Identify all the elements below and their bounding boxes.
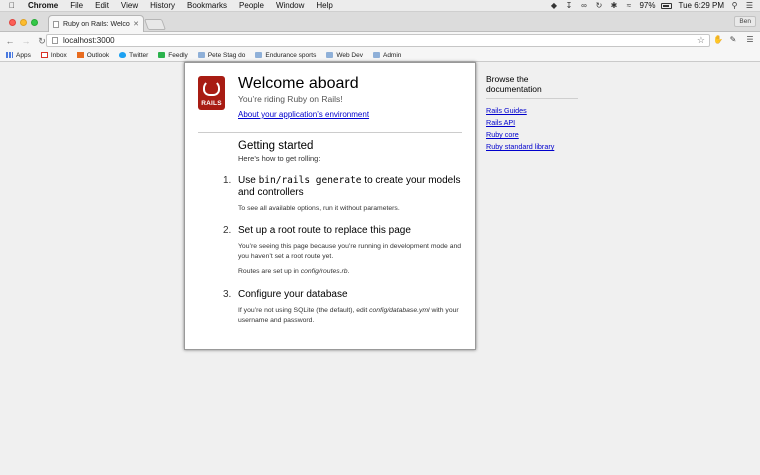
welcome-card: RAILS Welcome aboard You’re riding Ruby … (184, 62, 476, 350)
download-icon[interactable]: ↧ (564, 1, 573, 10)
bookmarks-bar: Apps Inbox Outlook Twitter Feedly Pete S… (0, 49, 760, 62)
folder-icon (372, 52, 380, 58)
apple-menu-icon[interactable]:  (6, 1, 18, 10)
page-info-icon[interactable] (52, 37, 58, 44)
folder-icon (326, 52, 334, 58)
rails-flame-icon (203, 80, 220, 96)
bookmark-outlook[interactable]: Outlook (76, 51, 110, 59)
bookmark-label: Feedly (168, 51, 188, 59)
window-maximize-button[interactable] (31, 19, 38, 26)
browser-toolbar: ← → ↻ localhost:3000 ☆ (0, 32, 760, 49)
back-arrow-icon[interactable]: ← (4, 35, 16, 47)
twitter-icon (119, 52, 127, 58)
bookmark-label: Twitter (129, 51, 149, 59)
bookmark-label: Inbox (50, 51, 67, 59)
new-tab-button[interactable] (143, 19, 167, 30)
bookmark-star-icon[interactable]: ☆ (697, 35, 705, 46)
notification-center-icon[interactable]: ☰ (745, 1, 754, 10)
gmail-icon (40, 52, 48, 58)
bluetooth-icon[interactable]: ✱ (609, 1, 618, 10)
feedly-icon (158, 52, 166, 58)
battery-icon[interactable] (661, 2, 673, 9)
menu-window[interactable]: Window (276, 0, 304, 12)
step-1-number: 1. (223, 175, 232, 186)
tab-close-icon[interactable]: ✕ (133, 20, 139, 28)
bookmark-label: Web Dev (336, 51, 363, 59)
bookmark-feedly[interactable]: Feedly (158, 52, 188, 59)
page-title: Welcome aboard (238, 75, 359, 92)
getting-started-heading: Getting started (238, 140, 314, 152)
page-viewport: RAILS Welcome aboard You’re riding Ruby … (0, 62, 760, 475)
menu-edit[interactable]: Edit (95, 0, 109, 12)
step-2-body: You’re seeing this page because you’re r… (238, 243, 462, 260)
about-environment-link[interactable]: About your application’s environment (238, 110, 369, 119)
window-close-button[interactable] (9, 19, 16, 26)
bookmark-label: Admin (382, 51, 402, 59)
forward-arrow-icon[interactable]: → (20, 35, 32, 47)
bookmark-label: Endurance sports (265, 51, 317, 59)
browser-tab-active[interactable]: Ruby on Rails: Welcome aboard ✕ (48, 15, 144, 32)
step-2-routes-note: Routes are set up in config/routes.rb. (238, 268, 350, 275)
bookmark-label: Outlook (86, 51, 110, 59)
step-1-title: Use bin/rails generate to create your mo… (238, 175, 461, 198)
menu-view[interactable]: View (121, 0, 138, 12)
ruby-core-link[interactable]: Ruby core (486, 130, 596, 139)
address-bar[interactable]: localhost:3000 ☆ (46, 34, 710, 47)
docs-sidebar: Browse the documentation Rails Guides Ra… (486, 74, 596, 151)
bookmark-folder-pete-stag-do[interactable]: Pete Stag do (197, 51, 246, 59)
address-bar-url: localhost:3000 (63, 36, 115, 45)
bookmark-inbox[interactable]: Inbox (40, 51, 67, 59)
page-favicon-icon (53, 20, 59, 28)
outlook-icon (76, 52, 84, 58)
rails-guides-link[interactable]: Rails Guides (486, 106, 596, 115)
step-1-body: To see all available options, run it wit… (238, 205, 400, 212)
rails-api-link[interactable]: Rails API (486, 118, 596, 127)
extension-hand-icon[interactable]: ✋ (713, 35, 723, 45)
menubar-clock[interactable]: Tue 6:29 PM (678, 1, 724, 10)
ruby-stdlib-link[interactable]: Ruby standard library (486, 142, 596, 151)
tab-title: Ruby on Rails: Welcome aboard (63, 20, 130, 28)
step-3-number: 3. (223, 289, 232, 300)
rails-generate-command: bin/rails generate (258, 175, 362, 186)
folder-icon (197, 52, 205, 58)
folder-icon (255, 52, 263, 58)
rails-logo: RAILS (198, 76, 225, 110)
menu-help[interactable]: Help (316, 0, 332, 12)
header-divider (198, 132, 462, 133)
step-2-title: Set up a root route to replace this page (238, 225, 411, 236)
page-subtitle: You’re riding Ruby on Rails! (238, 94, 343, 104)
spotlight-search-icon[interactable]: ⚲ (730, 1, 739, 10)
rails-logo-text: RAILS (201, 100, 222, 107)
apps-grid-icon (6, 52, 13, 58)
macos-menu-bar:  Chrome File Edit View History Bookmark… (0, 0, 760, 12)
menu-app-chrome[interactable]: Chrome (28, 0, 58, 12)
bookmark-apps[interactable]: Apps (6, 52, 31, 59)
step-2-number: 2. (223, 225, 232, 236)
bookmark-label: Apps (16, 51, 31, 59)
bookmark-label: Pete Stag do (207, 51, 246, 59)
sidebar-title: Browse the documentation (486, 74, 578, 99)
bookmark-folder-web-dev[interactable]: Web Dev (326, 52, 363, 59)
window-minimize-button[interactable] (20, 19, 27, 26)
menu-history[interactable]: History (150, 0, 175, 12)
chrome-menu-icon[interactable]: ☰ (745, 35, 755, 45)
browser-tab-strip: Ruby on Rails: Welcome aboard ✕ Ben (0, 12, 760, 32)
step-3-title: Configure your database (238, 289, 348, 300)
getting-started-subtitle: Here’s how to get rolling: (238, 154, 321, 163)
profile-button[interactable]: Ben (734, 16, 756, 27)
menu-bookmarks[interactable]: Bookmarks (187, 0, 227, 12)
wifi-icon[interactable]: ≈ (624, 1, 633, 10)
battery-percentage: 97% (639, 1, 656, 10)
menu-people[interactable]: People (239, 0, 264, 12)
extension-tool-icon[interactable]: ✎ (728, 35, 738, 45)
bookmark-folder-endurance-sports[interactable]: Endurance sports (255, 52, 316, 59)
glasses-icon[interactable]: ∞ (579, 1, 588, 10)
bookmark-twitter[interactable]: Twitter (119, 52, 148, 59)
step-3-body: If you’re not using SQLite (the default)… (238, 307, 459, 324)
menu-file[interactable]: File (70, 0, 83, 12)
timemachine-icon[interactable]: ↻ (594, 1, 603, 10)
bookmark-folder-admin[interactable]: Admin (372, 51, 402, 59)
dropbox-icon[interactable]: ◆ (549, 1, 558, 10)
